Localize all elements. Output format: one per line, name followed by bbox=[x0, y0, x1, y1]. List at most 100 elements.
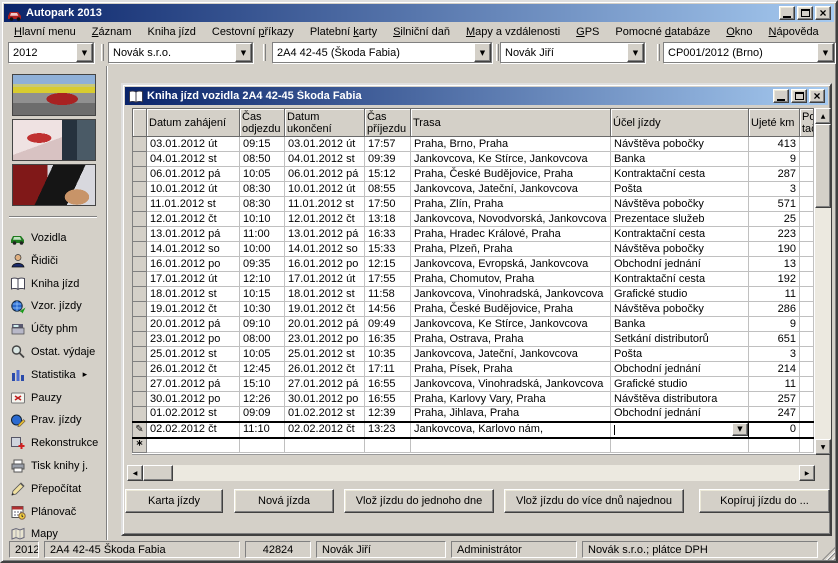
cell-cas_odjezdu[interactable]: 12:10 bbox=[240, 272, 285, 287]
maximize-button[interactable] bbox=[797, 6, 813, 20]
cell-cas_prijezdu[interactable]: 08:55 bbox=[365, 182, 411, 197]
cell-ucel[interactable]: Banka bbox=[611, 317, 749, 332]
cell-trasa[interactable]: Praha, Ostrava, Praha bbox=[411, 332, 611, 347]
cell-cas_odjezdu[interactable]: 10:05 bbox=[240, 347, 285, 362]
menu-item-hlavni-menu[interactable]: Hlavní menu bbox=[6, 24, 84, 40]
cell-datum_zahajeni[interactable]: 30.01.2012 po bbox=[147, 392, 240, 407]
cell-ucel[interactable] bbox=[611, 438, 749, 453]
row-selector[interactable] bbox=[133, 197, 147, 212]
menu-item-napoveda[interactable]: Nápověda bbox=[761, 24, 827, 40]
cell-datum_zahajeni[interactable]: 14.01.2012 so bbox=[147, 242, 240, 257]
cell-datum_ukonceni[interactable]: 10.01.2012 út bbox=[285, 182, 365, 197]
sidebar-item-tisk-knihy-j[interactable]: Tisk knihy j. bbox=[10, 456, 104, 476]
cell-km[interactable]: 651 bbox=[749, 332, 800, 347]
cell-datum_zahajeni[interactable]: 06.01.2012 pá bbox=[147, 167, 240, 182]
cell-cas_prijezdu[interactable]: 15:12 bbox=[365, 167, 411, 182]
cell-trasa[interactable]: Jankovcova, Karlovo nám, bbox=[411, 422, 611, 438]
cell-km[interactable]: 13 bbox=[749, 257, 800, 272]
child-close-button[interactable]: × bbox=[809, 89, 825, 103]
vehicle-combo[interactable]: 2A4 42-45 (Škoda Fabia)▼ bbox=[272, 42, 492, 63]
cell-datum_ukonceni[interactable]: 23.01.2012 po bbox=[285, 332, 365, 347]
cell-po[interactable] bbox=[800, 347, 814, 362]
cell-cas_prijezdu[interactable]: 17:50 bbox=[365, 197, 411, 212]
cell-cas_odjezdu[interactable]: 08:50 bbox=[240, 152, 285, 167]
cell-cas_odjezdu[interactable]: 11:10 bbox=[240, 422, 285, 438]
cell-km[interactable]: 25 bbox=[749, 212, 800, 227]
cell-trasa[interactable]: Jankovcova, Vinohradská, Jankovcova bbox=[411, 287, 611, 302]
cell-datum_zahajeni[interactable]: 20.01.2012 pá bbox=[147, 317, 240, 332]
cell-po[interactable] bbox=[800, 362, 814, 377]
horizontal-scrollbar[interactable]: ◀ ▶ bbox=[127, 465, 815, 481]
cell-trasa[interactable]: Jankovcova, Vinohradská, Jankovcova bbox=[411, 377, 611, 392]
cell-po[interactable] bbox=[800, 152, 814, 167]
cell-cas_prijezdu[interactable]: 13:18 bbox=[365, 212, 411, 227]
row-selector[interactable] bbox=[133, 182, 147, 197]
dropdown-arrow-icon[interactable]: ▼ bbox=[474, 43, 491, 62]
button-karta-jizdy[interactable]: Karta jízdy bbox=[125, 489, 223, 513]
vertical-scroll-thumb[interactable] bbox=[815, 124, 831, 208]
cell-km[interactable]: 192 bbox=[749, 272, 800, 287]
cell-ucel[interactable]: Grafické studio bbox=[611, 377, 749, 392]
trip-order-combo[interactable]: CP001/2012 (Brno)▼ bbox=[663, 42, 835, 63]
cell-km[interactable]: 9 bbox=[749, 152, 800, 167]
cell-cas_prijezdu[interactable]: 16:33 bbox=[365, 227, 411, 242]
cell-km[interactable]: 286 bbox=[749, 302, 800, 317]
cell-cas_prijezdu[interactable]: 12:15 bbox=[365, 257, 411, 272]
cell-km[interactable]: 571 bbox=[749, 197, 800, 212]
sidebar-item-kniha-jizd[interactable]: Kniha jízd bbox=[10, 274, 104, 294]
cell-cas_prijezdu[interactable]: 17:57 bbox=[365, 137, 411, 152]
row-selector[interactable] bbox=[133, 257, 147, 272]
cell-po[interactable] bbox=[800, 332, 814, 347]
dropdown-arrow-icon[interactable]: ▼ bbox=[817, 43, 834, 62]
row-selector[interactable] bbox=[133, 212, 147, 227]
sidebar-item-ridici[interactable]: Řidiči bbox=[10, 251, 104, 271]
cell-datum_zahajeni[interactable]: 11.01.2012 st bbox=[147, 197, 240, 212]
cell-trasa[interactable]: Praha, České Budějovice, Praha bbox=[411, 167, 611, 182]
cell-datum_zahajeni[interactable]: 13.01.2012 pá bbox=[147, 227, 240, 242]
cell-datum_ukonceni[interactable]: 12.01.2012 čt bbox=[285, 212, 365, 227]
cell-ucel[interactable]: Kontraktační cesta bbox=[611, 167, 749, 182]
cell-km[interactable]: 11 bbox=[749, 377, 800, 392]
cell-po[interactable] bbox=[800, 422, 814, 438]
cell-ucel[interactable]: Návštěva pobočky bbox=[611, 197, 749, 212]
cell-km[interactable]: 0 bbox=[749, 422, 800, 438]
cell-cas_odjezdu[interactable]: 08:30 bbox=[240, 197, 285, 212]
cell-cas_odjezdu[interactable]: 15:10 bbox=[240, 377, 285, 392]
row-selector[interactable] bbox=[133, 347, 147, 362]
dropdown-arrow-icon[interactable]: ▼ bbox=[627, 43, 644, 62]
cell-cas_prijezdu[interactable]: 14:56 bbox=[365, 302, 411, 317]
cell-km[interactable]: 3 bbox=[749, 182, 800, 197]
cell-km[interactable]: 9 bbox=[749, 317, 800, 332]
cell-cas_prijezdu[interactable]: 12:39 bbox=[365, 407, 411, 422]
minimize-button[interactable] bbox=[779, 6, 795, 20]
cell-po[interactable] bbox=[800, 272, 814, 287]
row-selector[interactable] bbox=[133, 242, 147, 257]
cell-po[interactable] bbox=[800, 287, 814, 302]
row-selector[interactable] bbox=[133, 362, 147, 377]
cell-trasa[interactable]: Praha, Jihlava, Praha bbox=[411, 407, 611, 422]
cell-cas_odjezdu[interactable]: 09:15 bbox=[240, 137, 285, 152]
menu-item-silnicni-dan[interactable]: Silniční daň bbox=[385, 24, 458, 40]
cell-datum_ukonceni[interactable]: 16.01.2012 po bbox=[285, 257, 365, 272]
menu-item-cestovni-prikazy[interactable]: Cestovní příkazy bbox=[204, 24, 302, 40]
cell-po[interactable] bbox=[800, 317, 814, 332]
cell-cas_odjezdu[interactable]: 12:26 bbox=[240, 392, 285, 407]
scroll-down-button[interactable]: ▼ bbox=[815, 439, 831, 455]
cell-km[interactable]: 3 bbox=[749, 347, 800, 362]
sidebar-item-prav-jizdy[interactable]: Prav. jízdy bbox=[10, 410, 104, 430]
cell-datum_ukonceni[interactable]: 11.01.2012 st bbox=[285, 197, 365, 212]
sidebar-item-pauzy[interactable]: Pauzy bbox=[10, 388, 104, 408]
cell-trasa[interactable]: Praha, Brno, Praha bbox=[411, 137, 611, 152]
cell-trasa[interactable]: Praha, Písek, Praha bbox=[411, 362, 611, 377]
row-selector[interactable] bbox=[133, 302, 147, 317]
cell-po[interactable] bbox=[800, 257, 814, 272]
cell-datum_zahajeni[interactable]: 02.02.2012 čt bbox=[147, 422, 240, 438]
cell-datum_ukonceni[interactable]: 20.01.2012 pá bbox=[285, 317, 365, 332]
cell-cas_odjezdu[interactable]: 11:00 bbox=[240, 227, 285, 242]
cell-cas_odjezdu[interactable]: 09:10 bbox=[240, 317, 285, 332]
cell-po[interactable] bbox=[800, 182, 814, 197]
scroll-right-button[interactable]: ▶ bbox=[799, 465, 815, 481]
cell-km[interactable]: 190 bbox=[749, 242, 800, 257]
cell-cas_prijezdu[interactable]: 17:11 bbox=[365, 362, 411, 377]
cell-datum_zahajeni[interactable]: 04.01.2012 st bbox=[147, 152, 240, 167]
